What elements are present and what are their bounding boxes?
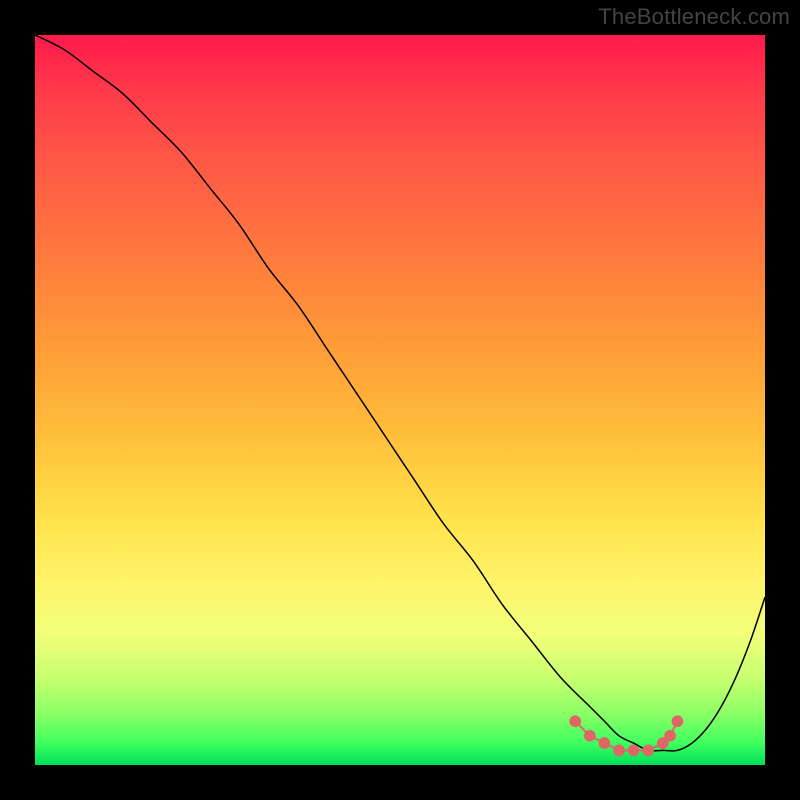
valley-marker xyxy=(613,745,625,757)
valley-marker xyxy=(664,730,676,742)
curve-line xyxy=(35,35,765,751)
plot-area xyxy=(35,35,765,765)
curve-line-group xyxy=(35,35,765,751)
chart-svg xyxy=(35,35,765,765)
valley-marker xyxy=(642,745,654,757)
chart-frame: TheBottleneck.com xyxy=(0,0,800,800)
valley-marker xyxy=(628,745,640,757)
valley-marker xyxy=(672,715,684,727)
valley-marker xyxy=(569,715,581,727)
valley-marker xyxy=(599,737,611,749)
valley-marker xyxy=(584,730,596,742)
watermark-text: TheBottleneck.com xyxy=(598,4,790,30)
